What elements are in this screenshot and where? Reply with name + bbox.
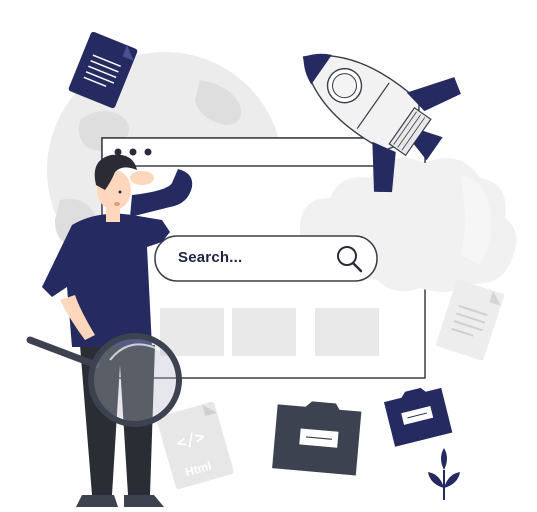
magnifying-glass <box>26 333 182 427</box>
content-card <box>315 308 379 356</box>
folder-icon <box>383 387 453 447</box>
search-input-text[interactable]: Search... <box>178 249 242 266</box>
content-card <box>232 308 296 356</box>
scene <box>26 31 517 507</box>
plant-icon <box>428 448 460 500</box>
folder-icon <box>272 401 362 476</box>
